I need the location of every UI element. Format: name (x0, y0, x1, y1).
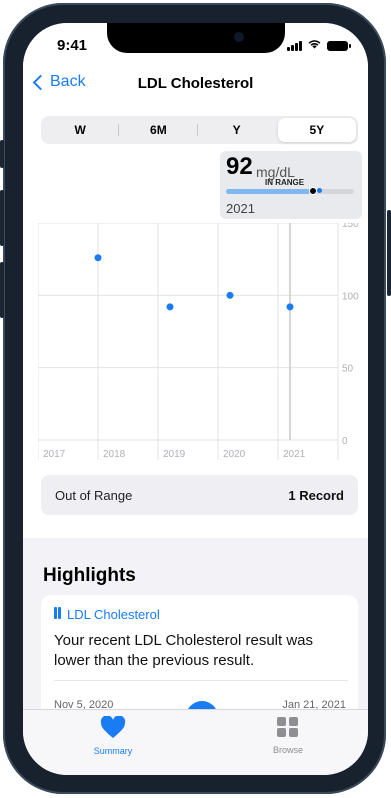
x-tick-label: 2019 (163, 449, 186, 460)
camera-icon (234, 32, 244, 42)
tab-browse-label: Browse (272, 745, 303, 755)
out-of-range-value: 1 Record (288, 488, 344, 503)
segment-5-years[interactable]: 5Y (277, 118, 356, 142)
screen: 9:41 Back LDL Cholesterol W 6M Y 5Y 150 1… (23, 23, 368, 775)
value-tooltip: 92 mg/dL IN RANGE 2021 (220, 151, 362, 219)
y-tick-label: 100 (342, 291, 359, 302)
out-of-range-row[interactable]: Out of Range 1 Record (41, 475, 358, 515)
out-of-range-label: Out of Range (55, 488, 133, 503)
x-tick-label: 2021 (283, 449, 306, 460)
tab-bar: Summary Browse (23, 709, 368, 775)
grid-icon (277, 717, 298, 737)
status-icons (287, 38, 351, 51)
highlight-card-title: LDL Cholesterol (67, 607, 160, 622)
x-tick-label: 2018 (103, 449, 126, 460)
notch (107, 23, 285, 53)
battery-icon (327, 41, 351, 51)
highlight-card-header: LDL Cholesterol (54, 607, 160, 622)
volume-up-button (0, 190, 4, 246)
tab-browse[interactable]: Browse (248, 716, 328, 755)
segment-week[interactable]: W (41, 116, 120, 144)
data-point (286, 303, 294, 311)
test-tube-icon (54, 607, 62, 622)
segment-year[interactable]: Y (198, 116, 276, 144)
data-point (94, 254, 102, 262)
volume-down-button (0, 262, 4, 318)
y-tick-label: 0 (342, 436, 348, 447)
wifi-icon (307, 38, 322, 51)
range-marker-blue (317, 188, 322, 193)
side-button (387, 210, 391, 296)
segment-6-months[interactable]: 6M (119, 116, 198, 144)
ldl-chart[interactable]: 150 100 50 0 2017 2018 2019 2020 2021 (37, 151, 368, 473)
time-range-segmented-control: W 6M Y 5Y (41, 116, 358, 144)
tab-summary[interactable]: Summary (73, 715, 153, 756)
range-marker (309, 187, 317, 195)
tooltip-range-label: IN RANGE (265, 178, 305, 187)
tooltip-value: 92 (226, 153, 253, 180)
heart-icon (100, 715, 126, 738)
x-tick-label: 2017 (43, 449, 66, 460)
ldl-chart-svg: 150 100 50 0 2017 2018 2019 2020 2021 (37, 151, 359, 460)
y-tick-label: 50 (342, 364, 354, 375)
x-tick-label: 2020 (223, 449, 246, 460)
divider (54, 680, 348, 681)
page-title: LDL Cholesterol (137, 75, 254, 92)
status-time: 9:41 (57, 37, 88, 54)
tab-summary-label: Summary (93, 746, 133, 756)
data-point (166, 303, 174, 311)
cellular-signal-icon (287, 41, 302, 51)
tooltip-year: 2021 (226, 201, 255, 216)
highlights-heading: Highlights (43, 565, 136, 586)
mute-switch (0, 140, 4, 168)
y-tick-label: 150 (342, 223, 359, 230)
range-bar (226, 187, 354, 195)
range-bar-fill (226, 189, 310, 194)
highlight-card-body: Your recent LDL Cholesterol result was l… (54, 632, 314, 669)
data-point (226, 291, 234, 299)
